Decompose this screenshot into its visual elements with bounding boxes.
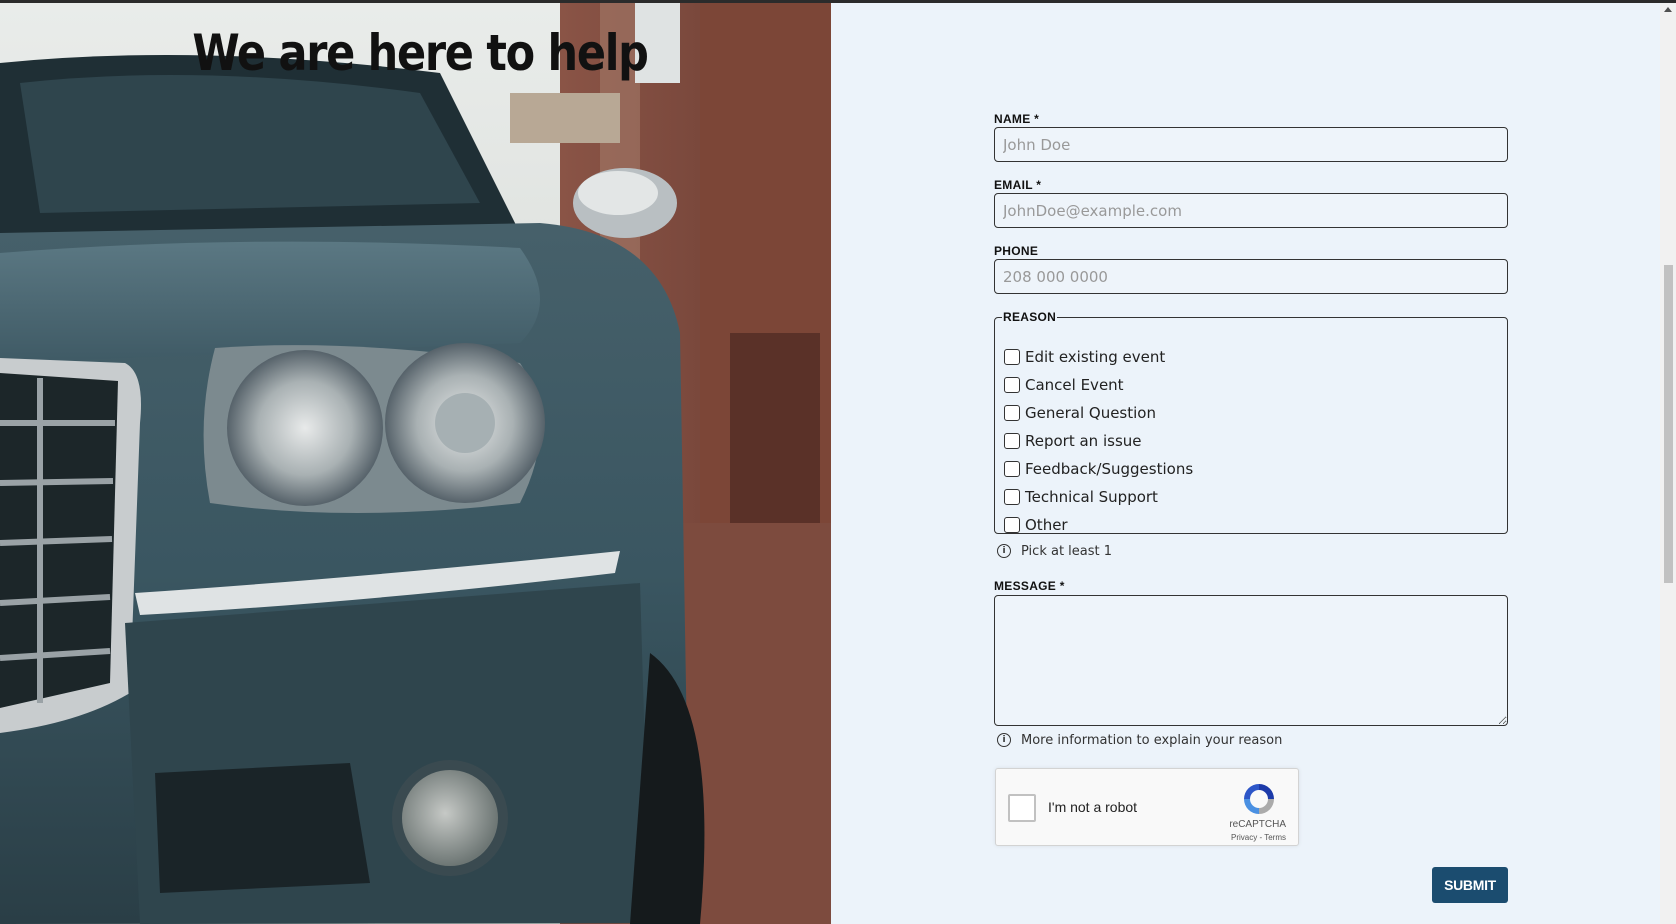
checkbox[interactable] (1004, 517, 1020, 533)
reason-option-edit-existing-event[interactable]: Edit existing event (1004, 345, 1165, 369)
checkbox[interactable] (1004, 349, 1020, 365)
email-input[interactable] (994, 193, 1508, 228)
reason-option-label: Other (1025, 516, 1068, 534)
reason-option-label: Technical Support (1025, 488, 1158, 506)
reason-fieldset: REASON Edit existing event Cancel Event … (994, 310, 1508, 534)
car-photo (0, 3, 831, 924)
recaptcha-label: I'm not a robot (1048, 799, 1138, 815)
checkbox[interactable] (1004, 433, 1020, 449)
reason-option-feedback-suggestions[interactable]: Feedback/Suggestions (1004, 457, 1193, 481)
reason-option-label: Edit existing event (1025, 348, 1166, 366)
reason-option-technical-support[interactable]: Technical Support (1004, 485, 1158, 509)
name-input[interactable] (994, 127, 1508, 162)
scrollbar[interactable] (1660, 3, 1676, 924)
message-label: MESSAGE * (994, 579, 1065, 593)
recaptcha-links[interactable]: Privacy - Terms (1231, 833, 1286, 842)
phone-input[interactable] (994, 259, 1508, 294)
page-title: We are here to help (192, 24, 649, 82)
info-icon: i (997, 544, 1011, 558)
checkbox[interactable] (1004, 405, 1020, 421)
message-textarea[interactable] (994, 595, 1508, 726)
checkbox[interactable] (1004, 377, 1020, 393)
reason-option-cancel-event[interactable]: Cancel Event (1004, 373, 1124, 397)
name-label: NAME * (994, 112, 1040, 126)
checkbox[interactable] (1004, 489, 1020, 505)
reason-option-label: Report an issue (1025, 432, 1142, 450)
reason-hint: i Pick at least 1 (997, 542, 1112, 560)
reason-option-report-an-issue[interactable]: Report an issue (1004, 429, 1142, 453)
reason-legend: REASON (1003, 310, 1057, 324)
message-hint-text: More information to explain your reason (1021, 732, 1283, 748)
scrollbar-thumb[interactable] (1664, 265, 1673, 583)
recaptcha-checkbox[interactable] (1008, 794, 1036, 822)
reason-hint-text: Pick at least 1 (1021, 543, 1113, 559)
checkbox[interactable] (1004, 461, 1020, 477)
phone-label: PHONE (994, 244, 1039, 258)
reason-option-label: Cancel Event (1025, 376, 1124, 394)
info-icon: i (997, 733, 1011, 747)
recaptcha-logo-icon (1241, 781, 1277, 822)
reason-option-label: Feedback/Suggestions (1025, 460, 1194, 478)
reason-option-other[interactable]: Other (1004, 513, 1068, 537)
scroll-up-arrow-icon[interactable] (1664, 7, 1672, 12)
reason-option-label: General Question (1025, 404, 1156, 422)
reason-option-general-question[interactable]: General Question (1004, 401, 1156, 425)
submit-button[interactable]: SUBMIT (1432, 867, 1508, 903)
recaptcha-brand: reCAPTCHA (1229, 819, 1286, 830)
recaptcha-widget: I'm not a robot reCAPTCHA Privacy - Term… (995, 768, 1299, 846)
email-label: EMAIL * (994, 178, 1042, 192)
message-hint: i More information to explain your reaso… (997, 731, 1282, 749)
